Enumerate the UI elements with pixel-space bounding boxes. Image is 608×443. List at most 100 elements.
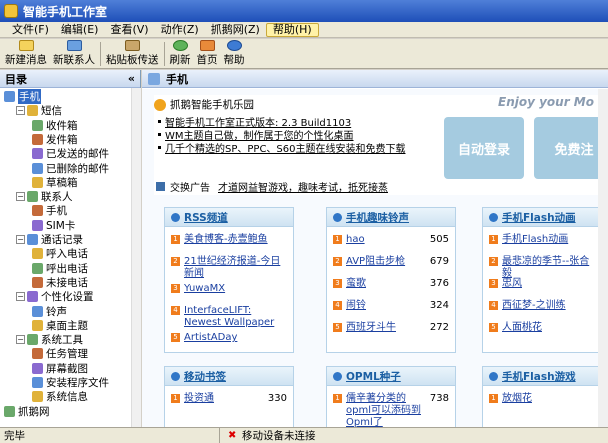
rank-badge: 1 (171, 235, 180, 244)
auto-login-tile[interactable]: 自动登录 (444, 117, 524, 179)
card-list-item[interactable]: 3 YuwaMX (171, 283, 287, 295)
tree-item[interactable]: 屏幕截图 (32, 362, 88, 375)
tree-node-icon (27, 191, 38, 203)
item-link[interactable]: InterfaceLIFT: Newest Wallpaper (184, 305, 287, 329)
card-list-item[interactable]: 2 最悲凉的季节--张合毅 (489, 256, 593, 280)
free-register-tile[interactable]: 免费注 (534, 117, 598, 179)
help-button[interactable]: 帮助 (221, 39, 248, 67)
menu-file[interactable]: 文件(F) (6, 23, 55, 37)
ad-link[interactable]: 才道网益智游戏，趣味考试，抵死接蒸 (218, 179, 388, 194)
tree-item[interactable]: 收件箱 (32, 119, 78, 132)
card-list-item[interactable]: 1 儒辛著分类的opml可以添码到Opml了 738 (333, 393, 449, 427)
item-link[interactable]: 西班牙斗牛 (346, 322, 396, 334)
item-link[interactable]: AVP阻击步枪 (346, 256, 405, 268)
menu-view[interactable]: 查看(V) (104, 23, 154, 37)
card-title[interactable]: 手机Flash游戏 (483, 367, 598, 386)
tree-item[interactable]: − 短信 (16, 104, 62, 117)
rank-badge: 4 (489, 301, 498, 310)
menu-action[interactable]: 动作(Z) (155, 23, 205, 37)
news-item[interactable]: 几千个精选的SP、PPC、S60主题在线安装和免费下载 (158, 140, 406, 155)
content-card: 手机趣味铃声 1 hao 505 2 AVP阻击步枪 679 3 蛮歌 376 4 闹铃 324 5 西班牙… (326, 207, 456, 353)
menu-edit[interactable]: 编辑(E) (55, 23, 105, 37)
content-card: 手机Flash动画 1 手机Flash动画 2 最悲凉的季节--张合毅 3 忠风 4 西征梦-之… (482, 207, 598, 353)
tree-item[interactable]: 任务管理 (32, 347, 88, 360)
home-button[interactable]: 首页 (194, 39, 221, 67)
item-link[interactable]: 西征梦-之训练 (502, 300, 566, 312)
tree-item[interactable]: − 个性化设置 (16, 290, 94, 303)
expand-toggle-icon[interactable]: − (16, 292, 25, 302)
card-list-item[interactable]: 1 投资通 330 (171, 393, 287, 405)
expand-toggle-icon[interactable]: − (16, 192, 25, 202)
rank-badge: 1 (171, 394, 180, 403)
rank-badge: 3 (489, 279, 498, 288)
card-title[interactable]: 手机趣味铃声 (327, 208, 455, 227)
expand-toggle-icon[interactable]: − (16, 235, 25, 244)
tree-item[interactable]: − 通话记录 (16, 233, 83, 246)
clipboard-transfer-button[interactable]: 粘贴板传送 (103, 39, 162, 67)
tree-item[interactable]: − 联系人 (16, 190, 73, 203)
collapse-sidebar-button[interactable]: « (128, 72, 135, 85)
tree-item[interactable]: 已删除的邮件 (32, 162, 109, 175)
tree-item[interactable]: 桌面主题 (32, 319, 88, 332)
card-list-item[interactable]: 5 西班牙斗牛 272 (333, 322, 449, 334)
card-list-item[interactable]: 5 ArtistADay (171, 332, 287, 344)
card-list-item[interactable]: 2 AVP阻击步枪 679 (333, 256, 449, 268)
tree-item[interactable]: 未接电话 (32, 276, 88, 289)
expand-toggle-icon[interactable]: − (16, 335, 25, 345)
card-list-item[interactable]: 4 InterfaceLIFT: Newest Wallpaper (171, 305, 287, 329)
tree-item[interactable]: 抓鹅网 (4, 405, 50, 418)
new-message-button[interactable]: 新建消息 (2, 39, 50, 67)
card-list-item[interactable]: 5 人面桃花 (489, 322, 593, 334)
card-title[interactable]: RSS频道 (165, 208, 293, 227)
tree-item[interactable]: 草稿箱 (32, 176, 78, 189)
card-list-item[interactable]: 3 忠风 (489, 278, 593, 290)
item-link[interactable]: 忠风 (502, 278, 522, 290)
tree-item[interactable]: 手机 (32, 204, 67, 217)
card-list-item[interactable]: 1 hao 505 (333, 234, 449, 246)
card-list-item[interactable]: 1 手机Flash动画 (489, 234, 593, 246)
tree-item[interactable]: − 系统工具 (16, 333, 83, 346)
content-card: RSS频道 1 美食博客-赤壹鲍鱼 2 21世纪经济报道-今日新闻 3 YuwaMX 4 Int… (164, 207, 294, 353)
item-link[interactable]: ArtistADay (184, 332, 237, 344)
card-list-item[interactable]: 1 美食博客-赤壹鲍鱼 (171, 234, 287, 246)
main-scrollbar[interactable] (598, 89, 608, 427)
card-list-item[interactable]: 2 21世纪经济报道-今日新闻 (171, 256, 287, 280)
item-link[interactable]: 儒辛著分类的opml可以添码到Opml了 (346, 393, 426, 427)
item-link[interactable]: 放烟花 (502, 393, 532, 405)
tree-item[interactable]: 已发送的邮件 (32, 147, 109, 160)
card-list-item[interactable]: 3 蛮歌 376 (333, 278, 449, 290)
sidebar-scrollbar[interactable] (131, 88, 141, 427)
card-list-item[interactable]: 4 西征梦-之训练 (489, 300, 593, 312)
item-link[interactable]: 蛮歌 (346, 278, 366, 290)
card-title[interactable]: 移动书签 (165, 367, 293, 386)
item-link[interactable]: YuwaMX (184, 283, 225, 295)
card-list-item[interactable]: 1 放烟花 (489, 393, 593, 405)
tree-item[interactable]: 铃声 (32, 305, 67, 318)
rank-badge: 3 (171, 284, 180, 293)
new-contact-button[interactable]: 新联系人 (50, 39, 98, 67)
item-link[interactable]: 闹铃 (346, 300, 366, 312)
menu-zhuae[interactable]: 抓鹅网(Z) (205, 23, 266, 37)
item-link[interactable]: hao (346, 234, 365, 246)
tree-item[interactable]: 系统信息 (32, 390, 88, 403)
tree-item[interactable]: 安装程序文件 (32, 376, 109, 389)
item-link[interactable]: 手机Flash动画 (502, 234, 568, 246)
item-link[interactable]: 最悲凉的季节--张合毅 (502, 256, 593, 280)
tree-item[interactable]: 发件箱 (32, 133, 78, 146)
item-link[interactable]: 投资通 (184, 393, 214, 405)
tree-item[interactable]: 手机 (4, 89, 41, 104)
refresh-button[interactable]: 刷新 (167, 39, 194, 67)
tree-item-label: 联系人 (41, 191, 73, 204)
menu-help[interactable]: 帮助(H) (265, 22, 319, 37)
expand-toggle-icon[interactable]: − (16, 106, 25, 116)
item-link[interactable]: 人面桃花 (502, 322, 542, 334)
card-list-item[interactable]: 4 闹铃 324 (333, 300, 449, 312)
item-link[interactable]: 美食博客-赤壹鲍鱼 (184, 234, 268, 246)
item-link[interactable]: 21世纪经济报道-今日新闻 (184, 256, 287, 280)
card-title[interactable]: 手机Flash动画 (483, 208, 598, 227)
tree-item[interactable]: 呼出电话 (32, 262, 88, 275)
tree-item[interactable]: SIM卡 (32, 219, 75, 232)
tree-item[interactable]: 呼入电话 (32, 247, 88, 260)
card-title[interactable]: OPML种子 (327, 367, 455, 386)
tree-node-icon (32, 219, 43, 231)
